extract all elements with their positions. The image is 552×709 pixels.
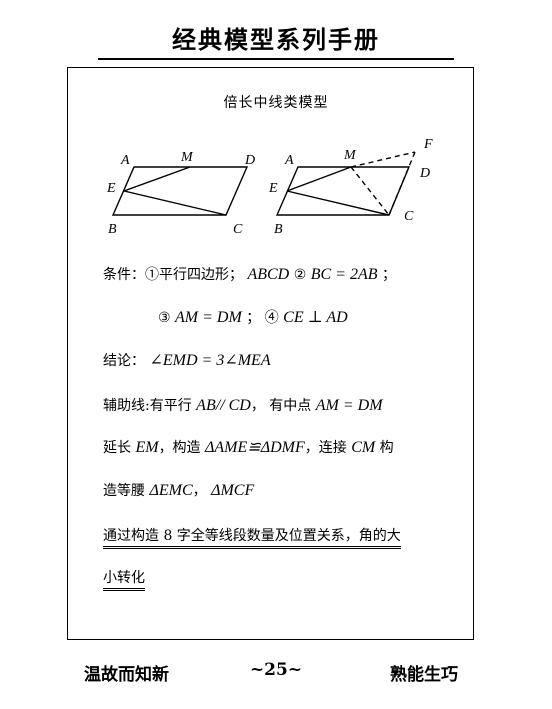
label-b-right: B xyxy=(274,222,283,237)
label-c-right: C xyxy=(404,209,414,224)
segment-ec-left xyxy=(123,190,227,216)
auxiliary-text-3: 延长 xyxy=(103,440,131,456)
condition-3-math: AM = DM xyxy=(175,309,242,326)
auxiliary-label: 辅助线: xyxy=(103,398,150,414)
auxiliary-line-2: 延长 EM，构造 ΔAME≌ΔDMF，连接 CM 构 xyxy=(103,437,394,457)
auxiliary-math-5: CM xyxy=(351,439,376,456)
label-a-left: A xyxy=(120,153,130,168)
auxiliary-text-5: ，连接 xyxy=(304,440,347,456)
figure-left xyxy=(111,166,249,216)
auxiliary-text-7: 造等腰 xyxy=(103,483,145,499)
condition-4-math: CE ⊥ AD xyxy=(283,309,348,326)
label-a-right: A xyxy=(284,153,294,168)
auxiliary-math-6: ΔEMC xyxy=(149,482,193,499)
condition-2-marker: ② xyxy=(293,267,307,283)
conclusion-math: ∠EMD = 3∠MEA xyxy=(149,352,271,369)
auxiliary-line-3: 造等腰 ΔEMC， ΔMCF xyxy=(103,480,254,500)
label-d-left: D xyxy=(244,153,255,168)
condition-3-marker: ③ xyxy=(158,310,171,326)
auxiliary-text-6: 构 xyxy=(379,440,394,456)
figure-left-labels: A M D E B C xyxy=(106,150,255,237)
auxiliary-line-1: 辅助线:有平行 AB// CD， 有中点 AM = DM xyxy=(103,395,383,415)
parallelogram-abcd-left xyxy=(111,166,249,216)
note-text-2: 小转化 xyxy=(103,570,145,591)
conditions-line-2: ③ AM = DM ； ④ CE ⊥ AD xyxy=(158,307,348,327)
condition-separator: ； xyxy=(246,310,261,326)
condition-1-marker: ① xyxy=(145,267,159,283)
conclusion-line: 结论： ∠EMD = 3∠MEA xyxy=(103,350,271,370)
note-line-2: 小转化 xyxy=(103,567,145,591)
auxiliary-text-8: ， xyxy=(192,483,207,499)
auxiliary-text-4: ，构造 xyxy=(158,440,201,456)
parallelogram-abcd-right xyxy=(275,166,411,216)
figure-right-labels: A M F D E B C xyxy=(268,137,433,237)
condition-4-marker: ④ xyxy=(264,310,279,326)
segment-ec-right xyxy=(286,190,390,216)
label-b-left: B xyxy=(108,222,117,237)
conditions-line-1: 条件：①平行四边形； ABCD ② BC = 2AB ； xyxy=(103,264,396,284)
auxiliary-text-2: ， 有中点 xyxy=(250,398,312,414)
label-c-left: C xyxy=(233,222,243,237)
condition-1-math: ABCD xyxy=(247,266,290,283)
footer-right-motto: 熟能生巧 xyxy=(390,665,458,685)
label-m-right: M xyxy=(343,148,357,163)
label-f-right: F xyxy=(423,137,433,152)
note-line-1: 通过构造 8 字全等线段数量及位置关系，角的大 xyxy=(103,525,401,549)
conditions-label: 条件： xyxy=(103,267,145,283)
auxiliary-math-7: ΔMCF xyxy=(211,482,255,499)
auxiliary-text-1: 有平行 xyxy=(149,398,192,414)
auxiliary-math-2: AM = DM xyxy=(315,397,383,414)
condition-2-end: ； xyxy=(381,267,396,283)
geometry-figures: A M D E B C A M F D E B C xyxy=(106,137,433,237)
auxiliary-math-3: EM xyxy=(135,439,159,456)
auxiliary-math-1: AB// CD xyxy=(196,397,251,414)
segment-mf-dashed xyxy=(350,151,416,168)
label-m-left: M xyxy=(180,150,194,165)
label-e-right: E xyxy=(268,181,278,196)
segment-em-left xyxy=(123,166,191,192)
note-text-1: 通过构造 8 字全等线段数量及位置关系，角的大 xyxy=(103,528,401,549)
conclusion-label: 结论： xyxy=(103,353,145,369)
auxiliary-math-4: ΔAME≌ΔDMF xyxy=(205,439,305,456)
condition-1-text: 平行四边形； xyxy=(159,267,243,283)
label-d-right: D xyxy=(419,166,430,181)
page-number: ~25~ xyxy=(249,660,303,680)
label-e-left: E xyxy=(106,181,116,196)
condition-2-math: BC = 2AB xyxy=(310,266,378,283)
